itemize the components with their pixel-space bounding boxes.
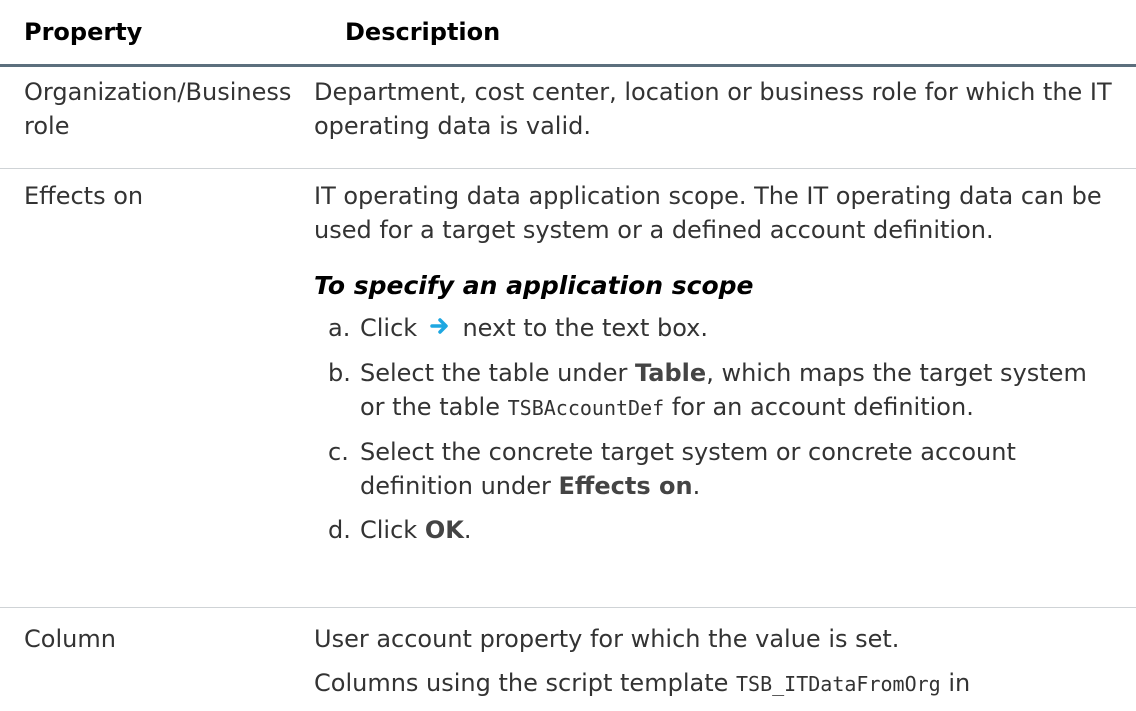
table-row: Organization/Business role Department, c… [0, 67, 1136, 169]
description-text-2: Columns using the script template TSB_IT… [314, 669, 971, 697]
code-term: TSBAccountDef [507, 396, 665, 420]
table-row: Effects on IT operating data application… [0, 169, 1136, 608]
step-text: Click [360, 314, 418, 342]
step-label: c. [328, 438, 349, 466]
step-label: b. [328, 359, 351, 387]
step-text: . [463, 516, 472, 544]
table-header: Property Description [0, 0, 1136, 67]
header-description: Description [345, 18, 501, 46]
step-text: for an account definition. [671, 393, 974, 421]
procedure-title: To specify an application scope [314, 271, 754, 300]
step-text: Click [360, 516, 418, 544]
description-cell: User account property for which the valu… [314, 622, 1114, 711]
property-cell: Column [24, 625, 116, 653]
description-text: User account property for which the valu… [314, 625, 900, 653]
description-text: Department, cost center, location or bus… [314, 78, 1112, 140]
step-label: a. [328, 314, 351, 342]
property-cell: Organization/Business role [24, 78, 292, 140]
ui-term: OK [424, 516, 464, 544]
ui-term: Effects on [558, 472, 693, 500]
description-cell: Department, cost center, location or bus… [314, 75, 1114, 153]
step-d: d. Click OK. [314, 513, 1114, 547]
step-text: Select the table under [360, 359, 628, 387]
step-a: a. Click next to the text box. [314, 311, 1114, 346]
arrow-right-icon [429, 312, 451, 346]
step-text: next to the text box. [462, 314, 709, 342]
code-term: TSB_ITDataFromOrg [736, 672, 941, 696]
table-row: Column User account property for which t… [0, 608, 1136, 711]
header-property: Property [24, 18, 143, 46]
step-c: c. Select the concrete target system or … [314, 435, 1114, 503]
step-label: d. [328, 516, 351, 544]
document-page: Property Description Organization/Busine… [0, 0, 1136, 711]
ui-term: Table [635, 359, 707, 387]
property-cell: Effects on [24, 182, 144, 210]
step-text: . [692, 472, 701, 500]
description-cell: IT operating data application scope. The… [314, 179, 1114, 557]
description-text: IT operating data application scope. The… [314, 182, 1102, 244]
step-b: b. Select the table under Table, which m… [314, 356, 1114, 425]
